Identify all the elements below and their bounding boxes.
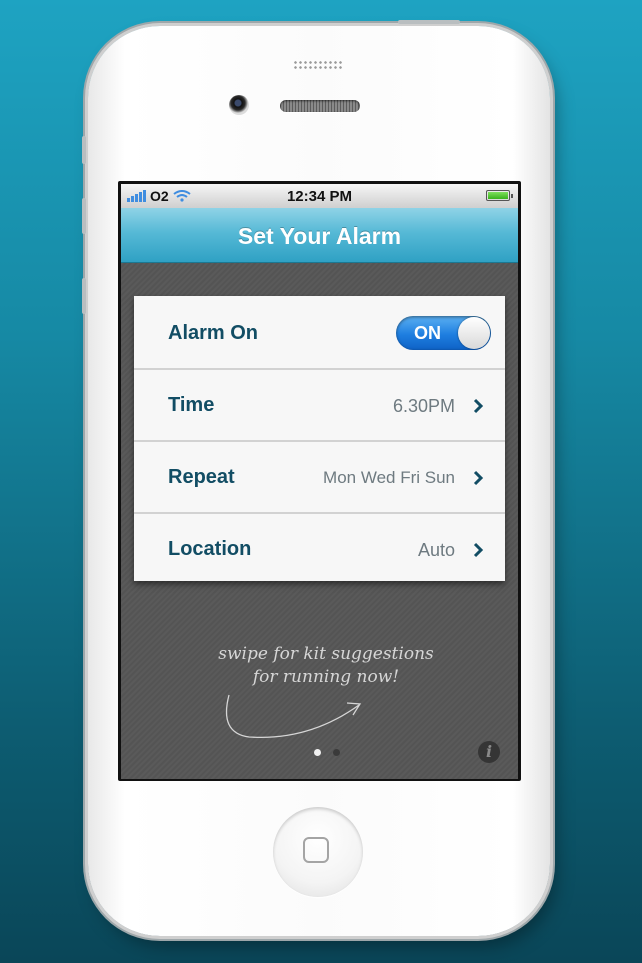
toggle-knob [458,317,490,349]
chevron-right-icon [473,470,484,486]
chevron-right-icon [473,398,484,414]
status-bar: O2 12:34 PM [121,184,518,208]
page-dot-2[interactable] [333,749,340,756]
chevron-right-icon [473,542,484,558]
time-row[interactable]: Time 6.30PM [134,368,505,442]
mute-switch [82,136,86,164]
earpiece-speaker [280,100,360,112]
location-row[interactable]: Location Auto [134,512,505,581]
page-title: Set Your Alarm [237,223,402,249]
volume-up-button [82,198,86,234]
page-indicator[interactable] [314,749,340,756]
home-square-icon [303,837,329,863]
front-camera [229,95,249,115]
location-value: Auto [417,540,455,560]
phone-screen: O2 12:34 PM Set Your Alarm Alarm On ON T… [118,181,521,781]
time-label: Time [168,394,215,416]
alarm-toggle[interactable]: ON [396,316,491,350]
home-button[interactable] [273,807,363,897]
swipe-hint-line2: for running now! [252,667,400,687]
swipe-hint: swipe for kit suggestions for running no… [186,643,466,689]
repeat-value: Mon Wed Fri Sun [323,468,455,487]
toggle-state-label: ON [414,323,441,343]
repeat-row[interactable]: Repeat Mon Wed Fri Sun [134,440,505,514]
settings-card: Alarm On ON Time 6.30PM Repeat Mon Wed F… [134,296,505,581]
battery-icon [486,190,513,201]
volume-down-button [82,278,86,314]
status-time: 12:34 PM [286,187,353,205]
location-label: Location [168,538,252,560]
swipe-arrow-icon [225,694,362,739]
page-dot-1[interactable] [314,749,321,756]
swipe-hint-line1: swipe for kit suggestions [218,644,434,664]
alarm-on-row: Alarm On ON [134,296,505,370]
info-icon[interactable]: i [478,741,500,763]
alarm-on-label: Alarm On [168,322,259,344]
top-speaker-grille [293,60,343,70]
repeat-label: Repeat [168,466,235,488]
content-area: Alarm On ON Time 6.30PM Repeat Mon Wed F… [121,263,518,779]
power-button [398,20,460,24]
navigation-bar: Set Your Alarm [121,208,518,263]
time-value: 6.30PM [392,396,455,416]
